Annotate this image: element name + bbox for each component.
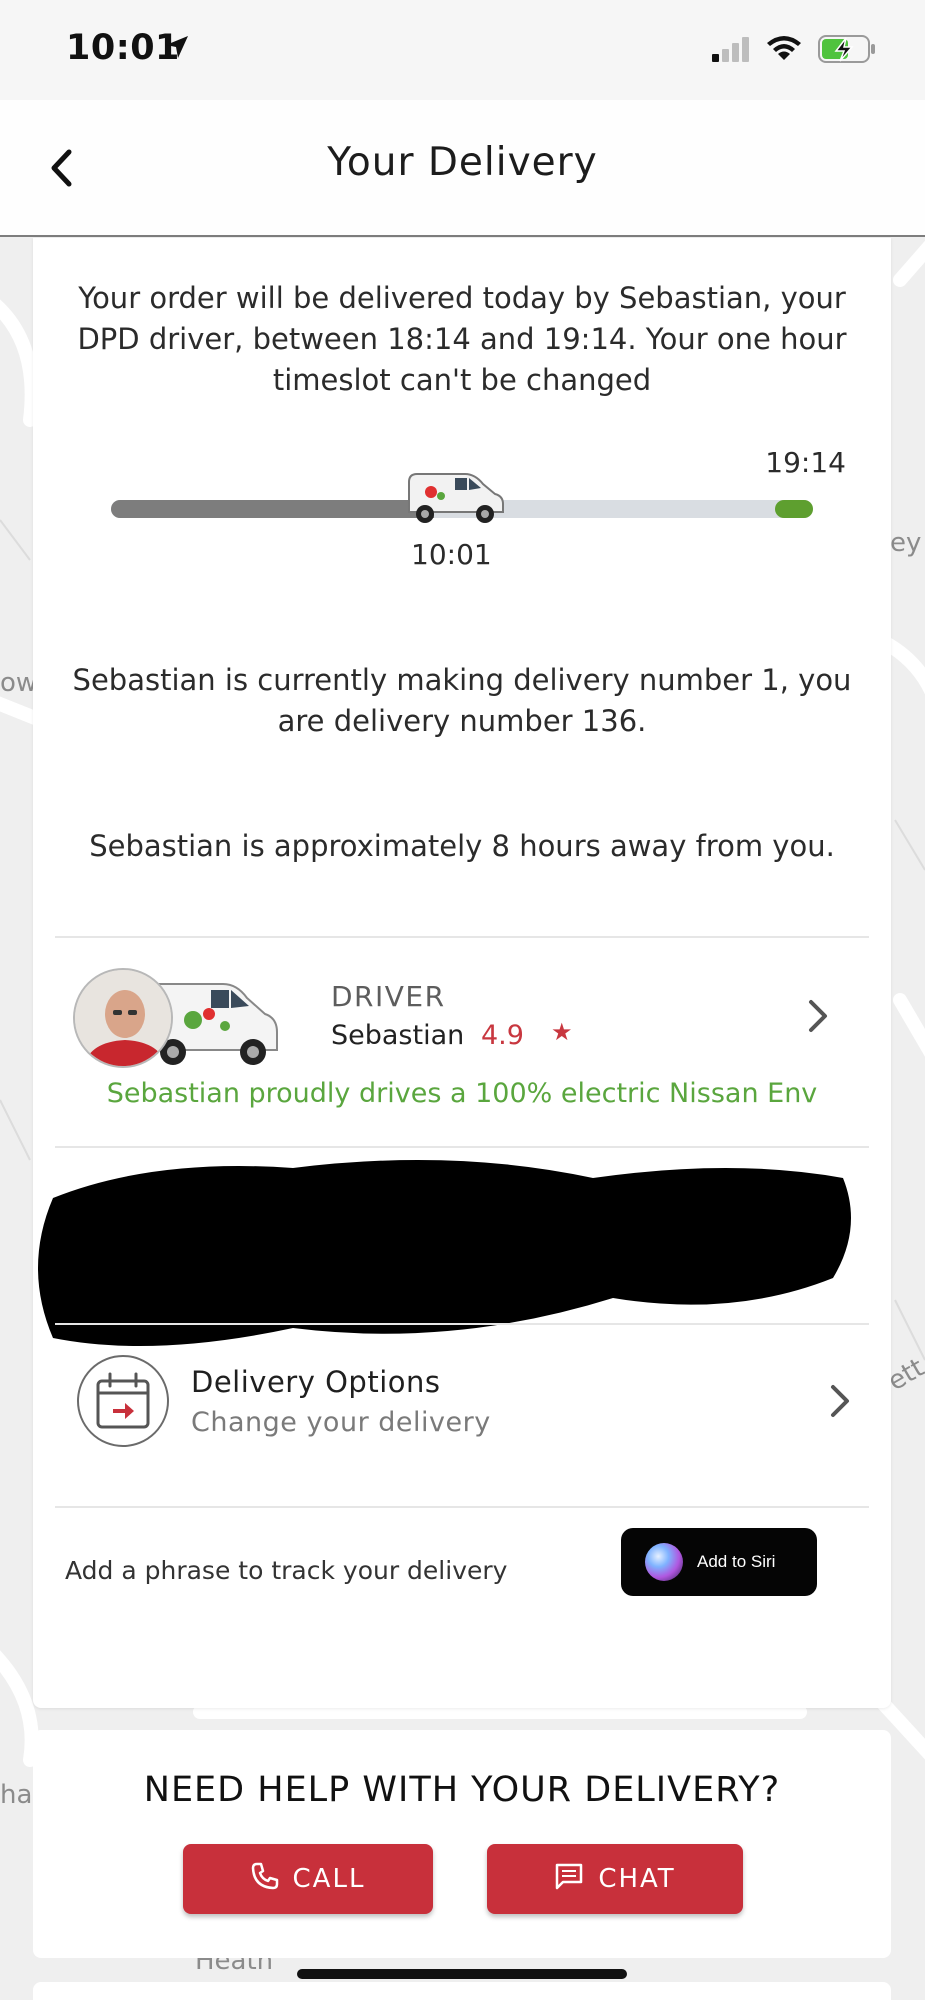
avatar	[73, 968, 173, 1068]
eta-text: Sebastian is approximately 8 hours away …	[89, 829, 835, 863]
status-time: 10:01	[66, 28, 180, 68]
battery-charging-icon	[818, 34, 876, 68]
chat-icon	[554, 1862, 598, 1897]
driver-label: DRIVER	[331, 980, 446, 1013]
home-indicator[interactable]	[297, 1969, 627, 1979]
chevron-right-icon[interactable]	[807, 998, 829, 1038]
phone-icon	[251, 1862, 293, 1897]
help-title: NEED HELP WITH YOUR DELIVERY?	[143, 1770, 781, 1810]
progress-fill	[111, 500, 434, 518]
wifi-icon	[766, 34, 802, 66]
electric-vehicle-note: Sebastian proudly drives a 100% electric…	[106, 1078, 818, 1109]
add-to-siri-label: Add to Siri	[697, 1552, 776, 1571]
page-title: Your Delivery	[327, 140, 598, 185]
chevron-right-icon[interactable]	[829, 1383, 851, 1423]
star-icon: ★	[551, 1018, 573, 1046]
timeslot-end-label: 19:14	[765, 446, 846, 479]
map-label: ha	[0, 1780, 33, 1810]
next-card-peek	[33, 1982, 891, 2000]
siri-phrase-text: Add a phrase to track your delivery	[65, 1556, 508, 1585]
driver-row[interactable]: DRIVER Sebastian 4.9 ★ Sebastian proudly…	[55, 938, 869, 1148]
delivery-van-icon	[403, 468, 507, 530]
delivery-intro-text: Your order will be delivered today by Se…	[77, 281, 847, 397]
call-label: CALL	[292, 1864, 366, 1894]
map-label: ow	[0, 668, 38, 698]
divider	[55, 1506, 869, 1508]
delivery-card: Your order will be delivered today by Se…	[33, 238, 891, 1708]
status-bar: 10:01	[0, 0, 925, 100]
delivery-options-title: Delivery Options	[191, 1365, 441, 1399]
driver-name: Sebastian	[331, 1020, 465, 1051]
delivery-options-subtitle: Change your delivery	[191, 1407, 491, 1438]
current-time-label: 10:01	[411, 538, 492, 571]
add-to-siri-button[interactable]: Add to Siri	[621, 1528, 817, 1596]
help-card: NEED HELP WITH YOUR DELIVERY? CALL CHAT	[33, 1730, 891, 1958]
call-button[interactable]: CALL	[183, 1844, 433, 1914]
map-label: ey	[890, 528, 922, 558]
nav-bar: Your Delivery	[0, 100, 925, 237]
siri-icon	[645, 1543, 683, 1581]
timeslot-marker	[775, 500, 813, 518]
driver-rating: 4.9	[481, 1020, 524, 1051]
calendar-arrow-icon	[77, 1355, 169, 1447]
delivery-number-text: Sebastian is currently making delivery n…	[72, 663, 852, 738]
location-arrow-icon	[164, 34, 190, 64]
chat-button[interactable]: CHAT	[487, 1844, 743, 1914]
siri-row: Add a phrase to track your delivery Add …	[55, 1528, 869, 1608]
delivery-options-row[interactable]: Delivery Options Change your delivery	[55, 1323, 869, 1463]
chat-label: CHAT	[598, 1864, 676, 1894]
cellular-signal-icon	[712, 36, 752, 66]
